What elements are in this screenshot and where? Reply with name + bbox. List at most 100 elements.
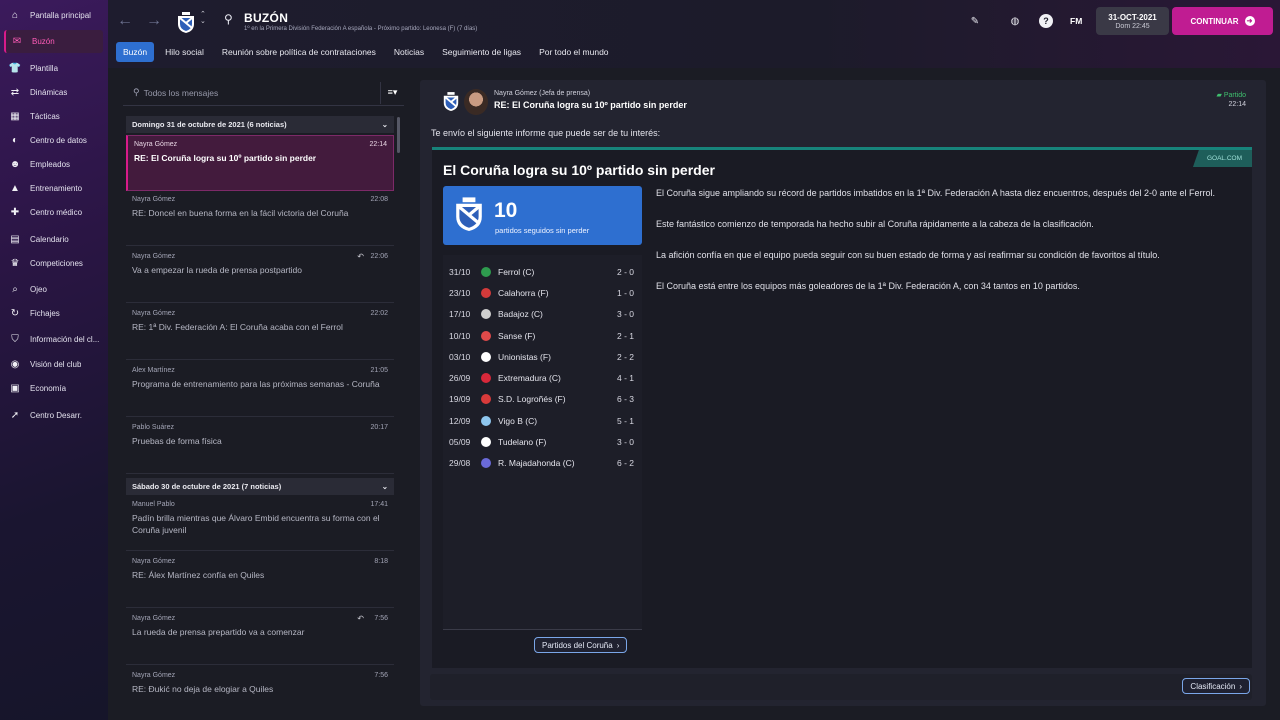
fixture-score: 3 - 0 — [616, 437, 634, 448]
tab-transfer-policy-meeting[interactable]: Reunión sobre política de contrataciones — [215, 42, 383, 62]
sidebar-item[interactable]: ⇄ Dinámicas — [4, 81, 103, 104]
sidebar-item-label: Competiciones — [30, 259, 83, 268]
list-scrollbar[interactable] — [397, 117, 400, 153]
message-item[interactable]: Nayra Gómez 22:08 RE: Doncel en buena form… — [126, 191, 394, 246]
message-time: 22:14 — [1228, 101, 1246, 108]
sidebar-item-label: Fichajes — [30, 309, 60, 318]
fixture-row[interactable]: 03/10 Unionistas (F) 2 - 2 — [443, 346, 642, 367]
fixture-date: 12/09 — [449, 415, 471, 426]
fixture-row[interactable]: 23/10 Calahorra (F) 1 - 0 — [443, 282, 642, 303]
message-sender: Nayra Gómez — [134, 141, 178, 148]
fixture-opponent: Sanse (F) — [498, 330, 536, 341]
finances-icon: ▣ — [10, 383, 20, 394]
sidebar-item[interactable]: ✚ Centro médico — [4, 201, 103, 224]
edit-icon[interactable]: ✎ — [968, 14, 982, 28]
tab-social-feed[interactable]: Hilo social — [158, 42, 211, 62]
message-header: Nayra Gómez (Jefa de prensa) RE: El Coru… — [420, 80, 1266, 120]
fixture-opponent: Tudelano (F) — [498, 437, 547, 448]
tab-league-tracking[interactable]: Seguimiento de ligas — [435, 42, 528, 62]
message-item[interactable]: Nayra Gómez 22:06 Va a empezar la rueda de… — [126, 248, 394, 303]
club-info-icon: ⛉ — [11, 334, 19, 345]
sidebar-item[interactable]: ↻ Fichajes — [4, 302, 103, 325]
fixture-row[interactable]: 17/10 Badajoz (C) 3 - 0 — [443, 304, 642, 325]
fixture-row[interactable]: 29/08 R. Majadahonda (C) 6 - 2 — [443, 453, 642, 474]
message-intro: Te envío el siguiente informe que puede … — [431, 128, 661, 138]
fixture-score: 4 - 1 — [616, 373, 634, 384]
message-item[interactable]: Manuel Pablo 17:41 Padín brilla mientras q… — [126, 496, 394, 551]
back-arrow-icon[interactable]: ← — [117, 12, 133, 30]
data-hub-icon: ◐ — [11, 135, 19, 146]
message-sender: Manuel Pablo — [132, 501, 175, 508]
sidebar-item-label: Dinámicas — [30, 88, 68, 97]
sidebar-item[interactable]: ☻ Empleados — [4, 153, 103, 176]
fixture-opponent: R. Majadahonda (C) — [498, 458, 575, 469]
sidebar-item[interactable]: ♛ Competiciones — [4, 252, 103, 275]
search-icon[interactable]: ⚲ — [224, 12, 233, 26]
sidebar-item-label: Centro médico — [30, 208, 83, 217]
replied-icon: ↶ — [357, 614, 364, 623]
calendar-icon: ▤ — [10, 234, 20, 245]
fixture-row[interactable]: 19/09 S.D. Logroñés (F) 6 - 3 — [443, 389, 642, 410]
fixture-score: 6 - 3 — [616, 394, 634, 405]
fixture-row[interactable]: 10/10 Sanse (F) 2 - 1 — [443, 325, 642, 346]
opponent-badge-icon — [481, 266, 491, 277]
sidebar-item[interactable]: ▣ Economía — [4, 377, 103, 400]
message-sender: Nayra Gómez — [132, 196, 176, 203]
forward-arrow-icon[interactable]: → — [146, 12, 162, 30]
streak-count: 10 — [494, 199, 518, 222]
fixture-row[interactable]: 05/09 Tudelano (F) 3 - 0 — [443, 431, 642, 452]
message-subject: Va a empezar la rueda de prensa postpart… — [132, 265, 302, 275]
tab-news[interactable]: Noticias — [387, 42, 431, 62]
sender-avatar[interactable] — [464, 89, 488, 115]
sidebar-item-label: Tácticas — [30, 112, 60, 121]
league-table-button[interactable]: Clasificación › — [1182, 678, 1250, 694]
sidebar-item[interactable]: ▤ Calendario — [4, 228, 103, 251]
message-search-input[interactable]: Todos los mensajes — [144, 88, 380, 98]
sidebar-item[interactable]: ➚ Centro Desarr. — [4, 404, 103, 427]
fixture-row[interactable]: 12/09 Vigo B (C) 5 - 1 — [443, 410, 642, 431]
message-subject: RE: Álex Martínez confía en Quiles — [132, 570, 265, 580]
match-ticket-icon: ▰ — [1216, 92, 1224, 99]
club-crest-icon[interactable] — [176, 12, 196, 34]
help-icon[interactable]: ? — [1039, 14, 1053, 28]
message-group-title: Domingo 31 de octubre de 2021 (6 noticia… — [132, 120, 287, 129]
sidebar-item[interactable]: ◉ Visión del club — [4, 353, 103, 376]
sidebar-item-label: Centro Desarr. — [30, 411, 83, 420]
fixture-opponent: Ferrol (C) — [498, 266, 535, 277]
sidebar-item[interactable]: ▲ Entrenamiento — [4, 177, 103, 200]
message-sender[interactable]: Nayra Gómez (Jefa de prensa) — [494, 90, 590, 97]
continue-button[interactable]: CONTINUAR ➜ — [1172, 7, 1273, 35]
sidebar-item[interactable]: ⌂ Pantalla principal — [4, 4, 103, 27]
tactics-icon: ▦ — [10, 111, 20, 122]
fixture-score: 2 - 0 — [616, 266, 634, 277]
club-fixtures-button[interactable]: Partidos del Coruña › — [534, 637, 628, 653]
medical-icon: ✚ — [10, 207, 20, 218]
message-group-header[interactable]: Domingo 31 de octubre de 2021 (6 noticia… — [126, 116, 394, 133]
article-body: El Coruña sigue ampliando su récord de p… — [656, 186, 1242, 310]
date-display[interactable]: 31-OCT-2021 Dom 22:45 — [1096, 7, 1169, 35]
fixture-row[interactable]: 26/09 Extremadura (C) 4 - 1 — [443, 367, 642, 388]
fixture-list: 31/10 Ferrol (C) 2 - 0 23/10 Calahorra (F) 1 … — [443, 255, 642, 630]
globe-icon[interactable]: ◍ — [1008, 14, 1022, 28]
club-switch-chevrons-icon[interactable]: ⌃ ⌄ — [200, 11, 206, 25]
fixture-opponent: S.D. Logroñés (F) — [498, 394, 566, 405]
tab-around-the-world[interactable]: Por todo el mundo — [532, 42, 615, 62]
message-item[interactable]: Nayra Gómez 8:18 RE: Álex Martínez confía … — [126, 553, 394, 608]
fm-menu-button[interactable]: FM — [1070, 16, 1082, 26]
sidebar-item[interactable]: ⛉ Información del cl... — [4, 328, 103, 351]
tab-inbox[interactable]: Buzón — [116, 42, 155, 62]
sidebar-item[interactable]: ◐ Centro de datos — [4, 129, 103, 152]
message-item[interactable]: Alex Martínez 21:05 Programa de entrenamie… — [126, 362, 394, 417]
message-group-header[interactable]: Sábado 30 de octubre de 2021 (7 noticias… — [126, 478, 394, 495]
message-item[interactable]: Pablo Suárez 20:17 Pruebas de forma física — [126, 419, 394, 474]
sidebar-item[interactable]: ▦ Tácticas — [4, 105, 103, 128]
sidebar-item[interactable]: ✉ Buzón — [4, 30, 103, 53]
message-item[interactable]: Nayra Gómez 22:02 RE: 1ª Div. Federación A… — [126, 305, 394, 360]
message-item[interactable]: Nayra Gómez 22:14 RE: El Coruña logra su 1… — [126, 135, 394, 191]
message-item[interactable]: Nayra Gómez 7:56 La rueda de prensa prepar… — [126, 610, 394, 665]
sidebar-item[interactable]: 👕 Plantilla — [4, 57, 103, 80]
sidebar-item[interactable]: ⌕ Ojeo — [4, 278, 103, 301]
message-item[interactable]: Nayra Gómez 7:56 RE: Đukić no deja de elog… — [126, 667, 394, 720]
filter-menu-icon[interactable]: ≡▾ — [380, 81, 404, 104]
fixture-row[interactable]: 31/10 Ferrol (C) 2 - 0 — [443, 261, 642, 282]
